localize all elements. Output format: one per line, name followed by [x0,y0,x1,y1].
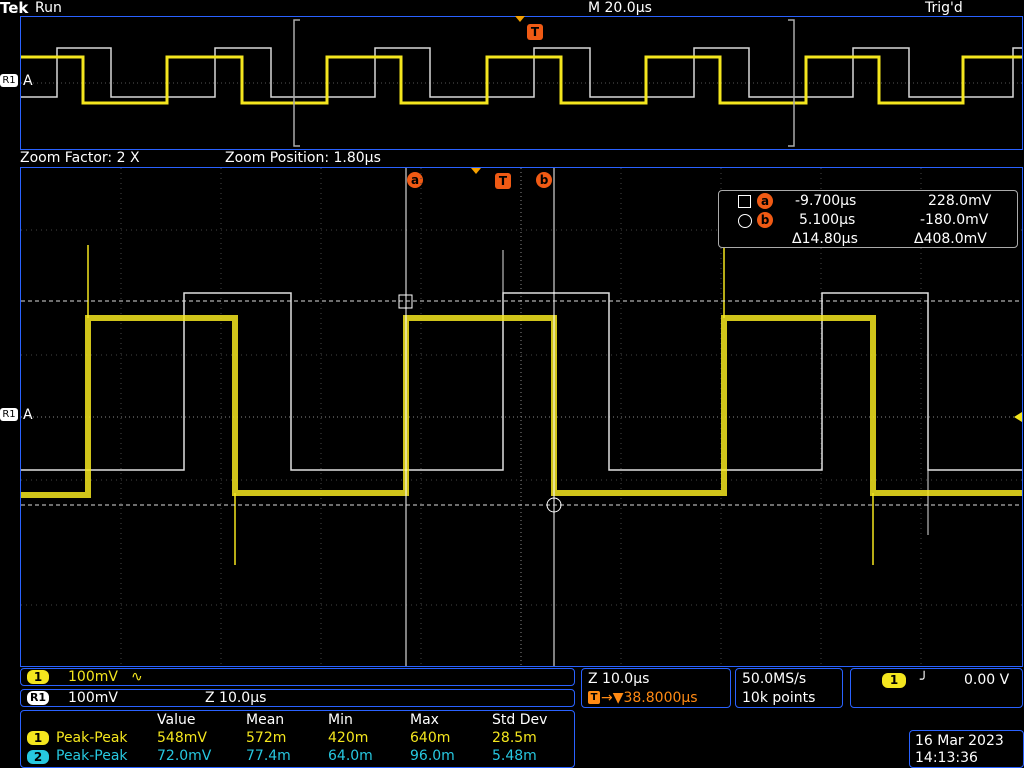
meas-row1-mean: 572m [246,730,287,746]
date: 16 Mar 2023 [915,733,1004,749]
meas-row2-ch-badge: 2 [27,750,49,764]
cursor-b-time: 5.100µs [799,212,856,228]
cursor-delta-time: Δ14.80µs [792,231,858,247]
cursor-a-square-icon [738,195,751,208]
cursor-a-time: -9.700µs [795,193,857,209]
meas-row2-max: 96.0m [410,748,455,764]
meas-row1-stddev: 28.5m [492,730,537,746]
trigger-source-badge: 1 [882,673,906,688]
cursor-b-circle-icon [738,214,752,228]
meas-row2-name: Peak-Peak [56,748,128,764]
ref1-badge: R1 [27,691,49,705]
trigger-position: →▼38.8000µs [601,690,698,706]
ch1-badge: 1 [27,670,49,684]
overview-ch1-trace [21,55,1022,105]
trigger-level: 0.00 V [964,672,1010,688]
cursor-b-voltage: -180.0mV [920,212,989,228]
timebase-zoom: Z 10.0µs [588,671,650,687]
cursor-a-readout-marker: a [757,193,773,209]
sample-rate: 50.0MS/s [742,671,807,687]
cursor-a-voltage: 228.0mV [928,193,992,209]
cursor-b-readout-marker: b [757,212,773,228]
ref1-zoom: Z 10.0µs [205,690,267,706]
meas-header-value: Value [157,712,196,728]
meas-row1-max: 640m [410,730,451,746]
meas-row1-value: 548mV [157,730,207,746]
waveform-display [21,16,1022,666]
time: 14:13:36 [915,750,978,766]
meas-header-mean: Mean [246,712,285,728]
meas-row1-name: Peak-Peak [56,730,128,746]
meas-header-stddev: Std Dev [492,712,548,728]
rising-edge-icon: ╯ [920,672,929,688]
meas-row1-ch-badge: 1 [27,731,49,745]
meas-row1-min: 420m [328,730,369,746]
meas-row2-value: 72.0mV [157,748,212,764]
record-length: 10k points [742,690,816,706]
meas-row2-min: 64.0m [328,748,373,764]
meas-row2-mean: 77.4m [246,748,291,764]
ch1-coupling-icon: ∿ [131,669,143,685]
cursor-delta-voltage: Δ408.0mV [914,231,987,247]
meas-row2-stddev: 5.48m [492,748,537,764]
trigger-position-icon: T [588,691,600,704]
overview-ref-trace [21,47,1022,98]
ch1-scale: 100mV [68,669,118,685]
meas-header-min: Min [328,712,353,728]
meas-header-max: Max [410,712,439,728]
ref1-scale: 100mV [68,690,118,706]
